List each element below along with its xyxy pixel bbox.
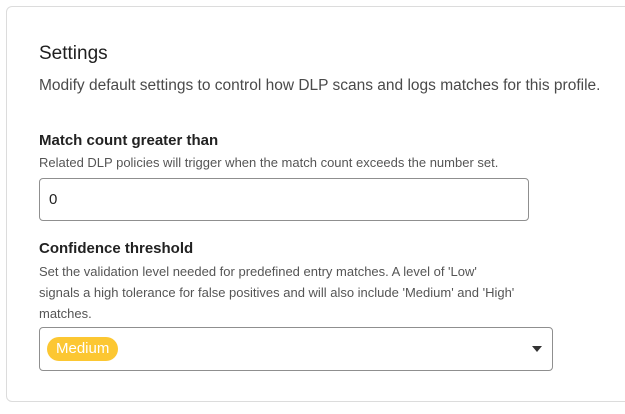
confidence-label: Confidence threshold bbox=[39, 240, 194, 257]
match-count-input[interactable] bbox=[39, 178, 529, 221]
selected-level-pill: Medium bbox=[47, 337, 119, 361]
confidence-select[interactable]: Medium bbox=[39, 327, 553, 371]
chevron-down-icon[interactable] bbox=[532, 346, 542, 352]
confidence-help-line-3: matches. bbox=[39, 306, 92, 321]
settings-card: Settings Modify default settings to cont… bbox=[6, 6, 625, 402]
settings-title: Settings bbox=[39, 43, 108, 64]
match-count-help: Related DLP policies will trigger when t… bbox=[39, 155, 499, 170]
confidence-help-line-2: signals a high tolerance for false posit… bbox=[39, 285, 515, 300]
match-count-label: Match count greater than bbox=[39, 132, 219, 149]
confidence-help-line-1: Set the validation level needed for pred… bbox=[39, 264, 477, 279]
settings-description: Modify default settings to control how D… bbox=[39, 77, 601, 94]
